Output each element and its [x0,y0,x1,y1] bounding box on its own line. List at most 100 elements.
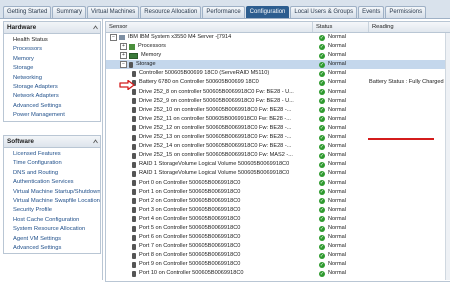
table-row[interactable]: Drive 252_9 on controller 500605B0069918… [106,97,450,106]
software-item-advanced-settings[interactable]: Advanced Settings [13,244,100,253]
table-row[interactable]: Port 6 on Controller 500605B0069918C0 ✓ No… [106,233,450,242]
software-item-time-configuration[interactable]: Time Configuration [13,159,100,168]
table-row[interactable]: − IBM IBM System x3550 M4 Server -[7914 ✓ N… [106,33,450,42]
reading-cell [369,260,450,269]
table-row[interactable]: Port 1 on Controller 500605B0069918C0 ✓ No… [106,188,450,197]
software-panel: Software Licensed Features Time Configura… [3,135,101,255]
tab-configuration[interactable]: Configuration [245,6,290,18]
collapse-icon[interactable] [93,139,98,144]
table-row[interactable]: RAID 1 StorageVolume Logical Volume 5006… [106,169,450,178]
table-row[interactable]: + Processors ✓ Normal [106,42,450,51]
reading-cell [369,51,450,60]
reading-cell [369,115,450,124]
table-row[interactable]: RAID 1 StorageVolume Logical Volume 5006… [106,160,450,169]
vertical-scrollbar[interactable] [445,33,450,280]
status-ok-icon: ✓ [319,243,325,250]
expand-icon[interactable]: + [120,52,127,60]
hardware-item-network-adapters[interactable]: Network Adapters [13,92,100,101]
table-row[interactable]: Drive 252_10 on controller 500605B006991… [106,106,450,115]
status-cell: ✓ Normal [315,78,367,87]
annotation-underline [368,138,434,140]
table-row[interactable]: Port 9 on Controller 500605B0069918C0 ✓ No… [106,260,450,269]
software-item-dns-and-routing[interactable]: DNS and Routing [13,169,100,178]
software-item-licensed-features[interactable]: Licensed Features [13,150,100,159]
tab-virtual-machines[interactable]: Virtual Machines [87,6,140,18]
hardware-item-power-management[interactable]: Power Management [13,111,100,120]
hardware-item-processors[interactable]: Processors [13,45,100,54]
software-item-agent-vm-settings[interactable]: Agent VM Settings [13,235,100,244]
sensor-name: Memory [141,52,162,59]
table-row[interactable]: Port 2 on Controller 500605B0069918C0 ✓ No… [106,197,450,206]
table-row[interactable]: Drive 252_8 on controller 500605B0069918… [106,88,450,97]
status-text: Normal [328,43,347,50]
expand-icon[interactable]: + [120,43,127,51]
tab-getting-started[interactable]: Getting Started [3,6,52,18]
status-cell: ✓ Normal [315,206,367,215]
status-ok-icon: ✓ [319,134,325,141]
status-text: Normal [328,243,347,250]
column-header-sensor[interactable]: Sensor [106,22,313,32]
table-row[interactable]: Port 8 on Controller 500605B0069918C0 ✓ No… [106,251,450,260]
hardware-item-memory[interactable]: Memory [13,55,100,64]
table-row[interactable]: Port 4 on Controller 500605B0069918C0 ✓ No… [106,215,450,224]
tab-local-users-groups[interactable]: Local Users & Groups [290,6,358,18]
collapse-tree-icon[interactable]: − [110,34,117,42]
sensor-cell: Drive 252_14 on controller 500605B006991… [106,142,339,151]
sensor-cell: Port 9 on Controller 500605B0069918C0 [106,260,339,269]
status-text: Normal [328,215,347,222]
table-row[interactable]: Port 10 on Controller 500605B0069918C0 ✓ N… [106,269,450,278]
table-row[interactable]: Battery 6780 on Controller 500605B00699 … [106,78,450,87]
status-cell: ✓ Normal [315,188,367,197]
table-row[interactable]: Port 0 on Controller 500605B0069918C0 ✓ No… [106,179,450,188]
collapse-tree-icon[interactable]: − [120,61,127,69]
software-item-authentication-services[interactable]: Authentication Services [13,178,100,187]
hardware-item-storage-adapters[interactable]: Storage Adapters [13,83,100,92]
table-row[interactable]: + Memory ✓ Normal [106,51,450,60]
status-cell: ✓ Normal [315,160,367,169]
table-row[interactable]: Drive 252_11 on controller 500605B006991… [106,115,450,124]
reading-cell: Battery Status : Fully Charged [369,79,444,86]
disk-icon [132,207,136,214]
tab-summary[interactable]: Summary [52,6,87,18]
hardware-item-networking[interactable]: Networking [13,74,100,83]
table-row[interactable]: Port 5 on Controller 500605B0069918C0 ✓ No… [106,224,450,233]
hardware-item-advanced-settings[interactable]: Advanced Settings [13,102,100,111]
tab-resource-allocation[interactable]: Resource Allocation [140,6,202,18]
hardware-item-health-status[interactable]: Health Status [13,36,100,45]
tab-permissions[interactable]: Permissions [385,6,427,18]
table-row[interactable]: Drive 252_14 on controller 500605B006991… [106,142,450,151]
collapse-icon[interactable] [93,25,98,30]
status-cell: ✓ Normal [315,42,367,51]
tab-performance[interactable]: Performance [202,6,245,18]
software-item-system-resource-allocation[interactable]: System Resource Allocation [13,225,100,234]
sensor-name: Port 0 on Controller 500605B0069918C0 [139,179,241,186]
status-ok-icon: ✓ [319,189,325,196]
hardware-item-storage[interactable]: Storage [13,64,100,73]
software-item-virtual-machine-startup-shutdown[interactable]: Virtual Machine Startup/Shutdown [13,188,100,197]
table-row[interactable]: − Storage ✓ Normal [106,60,450,70]
sensor-name: Port 2 on Controller 500605B0069918C0 [139,197,241,204]
sensor-cell: Drive 252_13 on controller 500605B006991… [106,133,339,142]
disk-icon [132,89,136,96]
table-row[interactable]: Drive 252_12 on controller 500605B006991… [106,124,450,133]
table-row[interactable]: Drive 252_15 on controller 500605B006991… [106,151,450,160]
software-item-host-cache-configuration[interactable]: Host Cache Configuration [13,216,100,225]
status-cell: ✓ Normal [315,33,367,42]
software-item-virtual-machine-swapfile-location[interactable]: Virtual Machine Swapfile Location [13,197,100,206]
column-header-reading[interactable]: Reading [369,22,450,32]
sensor-cell: Drive 252_10 on controller 500605B006991… [106,106,339,115]
status-text: Normal [328,115,347,122]
table-row[interactable]: Port 7 on Controller 500605B0069918C0 ✓ No… [106,242,450,251]
table-row[interactable]: Port 3 on Controller 500605B0069918C0 ✓ No… [106,206,450,215]
column-header-status[interactable]: Status [313,22,369,32]
sensor-cell: Port 8 on Controller 500605B0069918C0 [106,251,339,260]
status-text: Normal [328,179,347,186]
table-row[interactable]: Controller 500605B00699 18C0 (ServeRAID … [106,69,450,78]
sensor-name: Processors [138,43,166,50]
tab-bar: Getting Started Summary Virtual Machines Re… [0,0,450,19]
disk-icon [132,170,136,177]
software-item-security-profile[interactable]: Security Profile [13,206,100,215]
disk-icon [132,243,136,250]
status-ok-icon: ✓ [319,234,325,241]
tab-events[interactable]: Events [358,6,385,18]
